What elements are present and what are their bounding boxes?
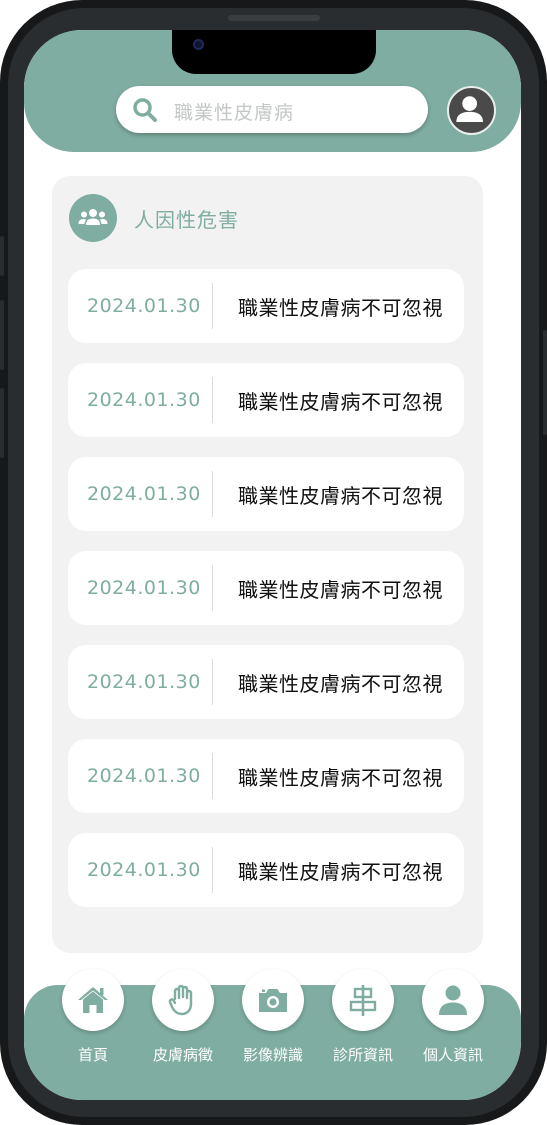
volume-up-button [0,300,4,370]
section-title: 人因性危害 [134,208,239,232]
divider [212,847,213,893]
article-list: 2024.01.30 職業性皮膚病不可忽視 2024.01.30 職業性皮膚病不… [68,269,464,927]
divider [212,377,213,423]
notch [172,30,376,74]
volume-down-button [0,388,4,458]
nav-camera-button[interactable] [242,969,304,1031]
power-button [543,330,547,435]
article-date: 2024.01.30 [87,765,201,787]
nav-label: 診所資訊 [332,1046,393,1064]
user-avatar-icon [456,96,483,122]
article-item[interactable]: 2024.01.30 職業性皮膚病不可忽視 [68,833,464,907]
speaker [228,15,320,21]
article-item[interactable]: 2024.01.30 職業性皮膚病不可忽視 [68,269,464,343]
article-item[interactable]: 2024.01.30 職業性皮膚病不可忽視 [68,363,464,437]
home-icon [78,987,108,1013]
article-item[interactable]: 2024.01.30 職業性皮膚病不可忽視 [68,739,464,813]
divider [212,565,213,611]
article-item[interactable]: 2024.01.30 職業性皮膚病不可忽視 [68,645,464,719]
nav-label: 皮膚病徵 [152,1046,213,1064]
article-title: 職業性皮膚病不可忽視 [238,296,443,320]
article-title: 職業性皮膚病不可忽視 [238,390,443,414]
avatar[interactable] [447,86,496,135]
article-title: 職業性皮膚病不可忽視 [238,860,443,884]
silent-switch [0,236,4,276]
nav-symptoms-button[interactable] [152,969,214,1031]
article-date: 2024.01.30 [87,389,201,411]
article-date: 2024.01.30 [87,295,201,317]
divider [212,471,213,517]
article-date: 2024.01.30 [87,671,201,693]
nav-item-symptoms[interactable]: 皮膚病徵 [143,969,223,1079]
article-title: 職業性皮膚病不可忽視 [238,578,443,602]
search-icon [133,98,157,122]
nav-item-clinic-info[interactable]: 診所資訊 [323,969,403,1079]
app-screen: 職業性皮膚病 人因性危害 2024.01.30 職業性皮膚病不可忽視 2024.… [24,30,521,1100]
signpost-icon [349,985,377,1016]
article-date: 2024.01.30 [87,577,201,599]
nav-clinic-button[interactable] [332,969,394,1031]
divider [212,753,213,799]
divider [212,283,213,329]
divider [212,659,213,705]
section-card: 人因性危害 2024.01.30 職業性皮膚病不可忽視 2024.01.30 職… [52,176,483,953]
hand-icon [168,984,193,1016]
nav-item-home[interactable]: 首頁 [53,969,133,1079]
person-icon [439,985,467,1015]
search-input[interactable]: 職業性皮膚病 [174,98,294,125]
nav-label: 首頁 [77,1046,108,1064]
front-camera [193,39,204,50]
nav-item-image-recognition[interactable]: 影像辨識 [233,969,313,1079]
group-icon [69,194,117,242]
nav-label: 個人資訊 [422,1046,483,1064]
article-title: 職業性皮膚病不可忽視 [238,766,443,790]
nav-label: 影像辨識 [242,1046,303,1064]
article-item[interactable]: 2024.01.30 職業性皮膚病不可忽視 [68,457,464,531]
camera-icon [259,989,287,1012]
article-title: 職業性皮膚病不可忽視 [238,672,443,696]
nav-profile-button[interactable] [422,969,484,1031]
search-bar[interactable]: 職業性皮膚病 [116,86,428,133]
article-title: 職業性皮膚病不可忽視 [238,484,443,508]
nav-home-button[interactable] [62,969,124,1031]
article-date: 2024.01.30 [87,859,201,881]
article-date: 2024.01.30 [87,483,201,505]
bottom-nav: 首頁 皮膚病徵 影像辨識 診所資訊 個人資訊 [24,969,521,1100]
nav-item-profile[interactable]: 個人資訊 [413,969,493,1079]
article-item[interactable]: 2024.01.30 職業性皮膚病不可忽視 [68,551,464,625]
